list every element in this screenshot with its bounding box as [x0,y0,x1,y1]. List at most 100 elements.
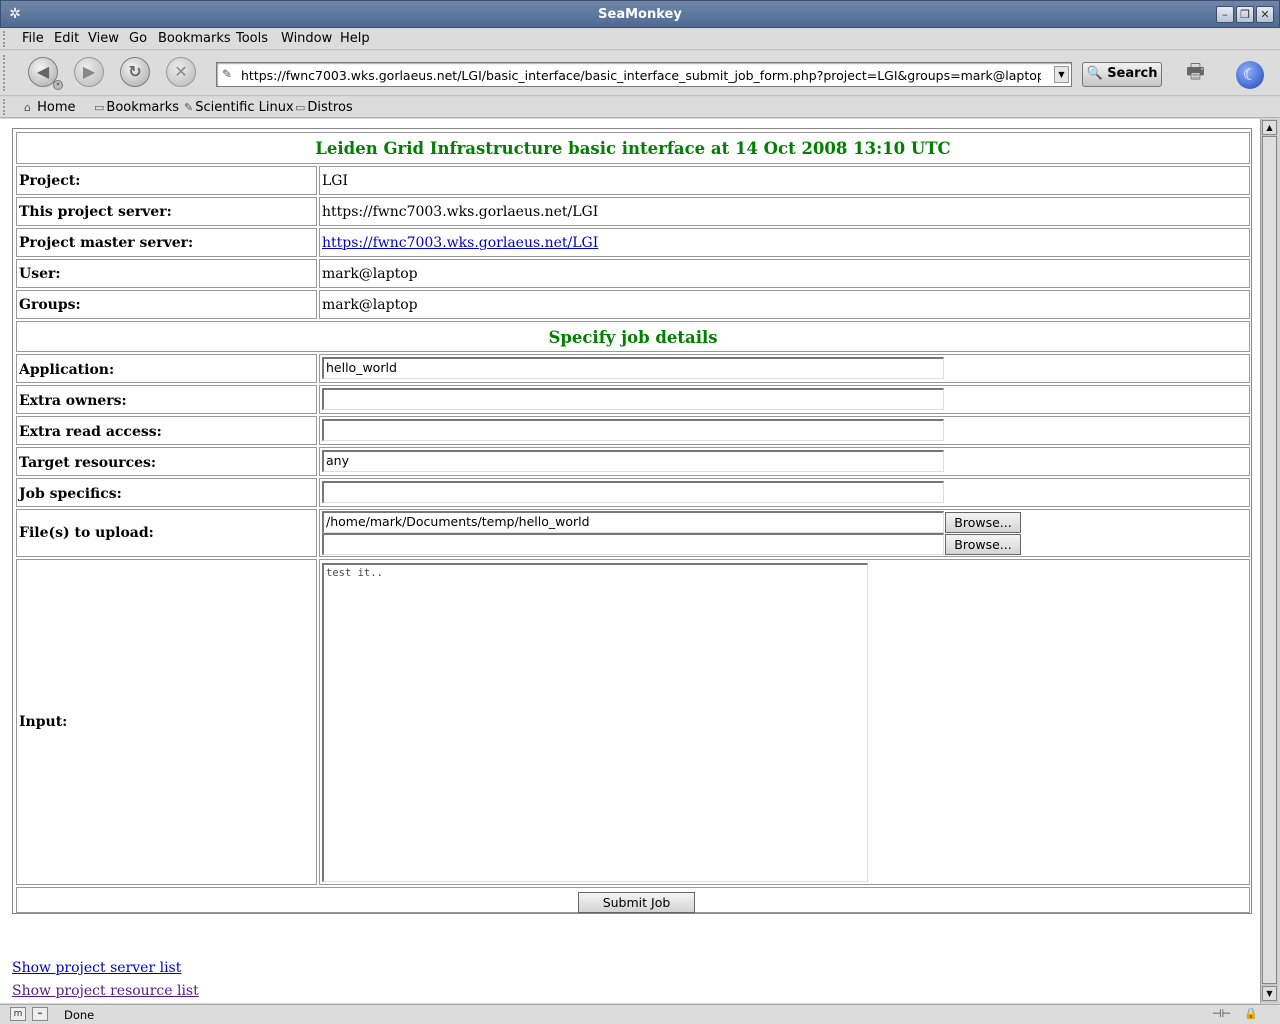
back-dropdown-icon[interactable]: ▾ [53,80,63,90]
url-text[interactable]: https://fwnc7003.wks.gorlaeus.net/LGI/ba… [241,68,1041,83]
section-title-cell: Specify job details [16,321,1250,352]
status-text: Done [64,1008,95,1022]
pbar-grip[interactable] [3,99,8,115]
user-value-cell: mark@laptop [319,259,1250,288]
security-lock-icon[interactable]: 🔒 [1244,1007,1258,1022]
files-label: File(s) to upload: [19,525,154,541]
back-arrow-icon: ◀ [36,62,50,81]
reload-icon: ↻ [128,62,142,81]
this-server-label: This project server: [19,204,172,220]
browse-button-2[interactable]: Browse... [945,534,1021,555]
page-title: Leiden Grid Infrastructure basic interfa… [315,139,951,158]
input-textarea[interactable]: test it.. [322,563,868,882]
bookmarks-folder[interactable]: ▭ Bookmarks [94,100,179,115]
this-server-value: https://fwnc7003.wks.gorlaeus.net/LGI [322,204,599,220]
specifics-input[interactable] [322,481,944,503]
menu-bar: File Edit View Go Bookmarks Tools Window… [0,28,1280,50]
files-label-cell: File(s) to upload: [16,509,317,557]
target-label-cell: Target resources: [16,447,317,476]
input-value-cell: test it.. [319,559,1250,885]
page-proxy-icon[interactable]: ✎ [222,67,232,81]
submit-cell: Submit Job [16,887,1250,913]
online-status-icon[interactable]: ⌁ [32,1007,48,1021]
master-server-label: Project master server: [19,235,194,251]
home-label: Home [37,100,76,115]
user-label-cell: User: [16,259,317,288]
project-value-cell: LGI [319,166,1250,195]
section-title: Specify job details [548,328,718,347]
distros-folder[interactable]: ▭ Distros [295,100,353,115]
groups-value-cell: mark@laptop [319,290,1250,319]
show-resource-list-link[interactable]: Show project resource list [12,983,199,999]
back-button[interactable]: ◀ ▾ [28,57,63,90]
input-label-cell: Input: [16,559,317,885]
url-history-dropdown[interactable]: ▼ [1054,66,1069,83]
project-value: LGI [322,173,349,189]
target-label: Target resources: [19,455,157,471]
master-server-label-cell: Project master server: [16,228,317,257]
stop-button[interactable]: ✕ [166,57,196,87]
navigation-toolbar: ◀ ▾ ▶ ↻ ✕ ✎ https://fwnc7003.wks.gorlaeu… [0,51,1280,96]
scientific-linux-label: Scientific Linux [195,100,294,115]
seamonkey-throbber-icon[interactable]: ☾ [1236,61,1264,89]
specifics-value-cell [319,478,1250,507]
show-server-list-link[interactable]: Show project server list [12,960,181,976]
reload-button[interactable]: ↻ [120,57,150,87]
scroll-down-icon[interactable]: ▼ [1262,986,1277,1001]
file-upload-input-1[interactable]: /home/mark/Documents/temp/hello_world [322,511,944,533]
scroll-up-icon[interactable]: ▲ [1262,120,1277,135]
menubar-grip[interactable] [3,31,8,47]
search-label: Search [1107,66,1158,81]
home-icon: ⌂ [24,101,31,114]
menu-bookmarks[interactable]: Bookmarks [158,31,231,46]
folder-icon: ▭ [94,101,105,114]
menu-file[interactable]: File [22,31,44,46]
window-title: SeaMonkey [598,7,682,22]
application-input[interactable]: hello_world [322,357,944,379]
file-upload-input-2[interactable] [322,533,944,555]
menu-view[interactable]: View [88,31,119,46]
target-input[interactable]: any [322,450,944,472]
menu-tools[interactable]: Tools [236,31,268,46]
extra-owners-label-cell: Extra owners: [16,385,317,414]
groups-value: mark@laptop [322,297,418,313]
extra-read-value-cell [319,416,1250,445]
bookmarks-label: Bookmarks [106,100,180,115]
maximize-button[interactable]: ❐ [1236,6,1254,23]
menu-window[interactable]: Window [281,31,332,46]
bookmark-scientific-linux[interactable]: ✎ Scientific Linux [184,100,294,115]
extra-owners-input[interactable] [322,388,944,410]
forward-arrow-icon: ▶ [82,62,96,81]
search-button[interactable]: 🔍 Search [1082,62,1162,87]
extra-read-input[interactable] [322,419,944,441]
job-form-table: Leiden Grid Infrastructure basic interfa… [12,128,1252,914]
vertical-scrollbar[interactable]: ▲ ▼ [1260,119,1278,1003]
scrollbar-thumb[interactable] [1262,136,1277,984]
forward-button[interactable]: ▶ [74,57,104,87]
target-value-cell: any [319,447,1250,476]
files-value-cell: /home/mark/Documents/temp/hello_world Br… [319,509,1250,557]
home-button[interactable]: ⌂ Home [24,100,76,115]
extra-owners-label: Extra owners: [19,393,127,409]
printer-icon[interactable]: 🖶 [1186,57,1214,83]
minimize-button[interactable]: – [1216,6,1234,23]
submit-job-button[interactable]: Submit Job [578,892,695,913]
specifics-label: Job specifics: [19,486,122,502]
menu-edit[interactable]: Edit [54,31,79,46]
application-label-cell: Application: [16,354,317,383]
navbar-grip[interactable] [3,55,8,91]
url-bar[interactable]: ✎ https://fwnc7003.wks.gorlaeus.net/LGI/… [216,62,1072,87]
this-server-label-cell: This project server: [16,197,317,226]
groups-label-cell: Groups: [16,290,317,319]
stop-icon: ✕ [174,62,188,81]
application-value-cell: hello_world [319,354,1250,383]
mail-icon[interactable]: m [10,1007,26,1021]
menu-help[interactable]: Help [340,31,370,46]
browse-button-1[interactable]: Browse... [945,512,1021,533]
master-server-link[interactable]: https://fwnc7003.wks.gorlaeus.net/LGI [322,235,598,251]
master-server-value-cell: https://fwnc7003.wks.gorlaeus.net/LGI [319,228,1250,257]
close-window-button[interactable]: ✕ [1256,6,1274,23]
window-titlebar: ✲ SeaMonkey – ❐ ✕ [0,0,1280,28]
project-label: Project: [19,173,81,189]
menu-go[interactable]: Go [129,31,147,46]
